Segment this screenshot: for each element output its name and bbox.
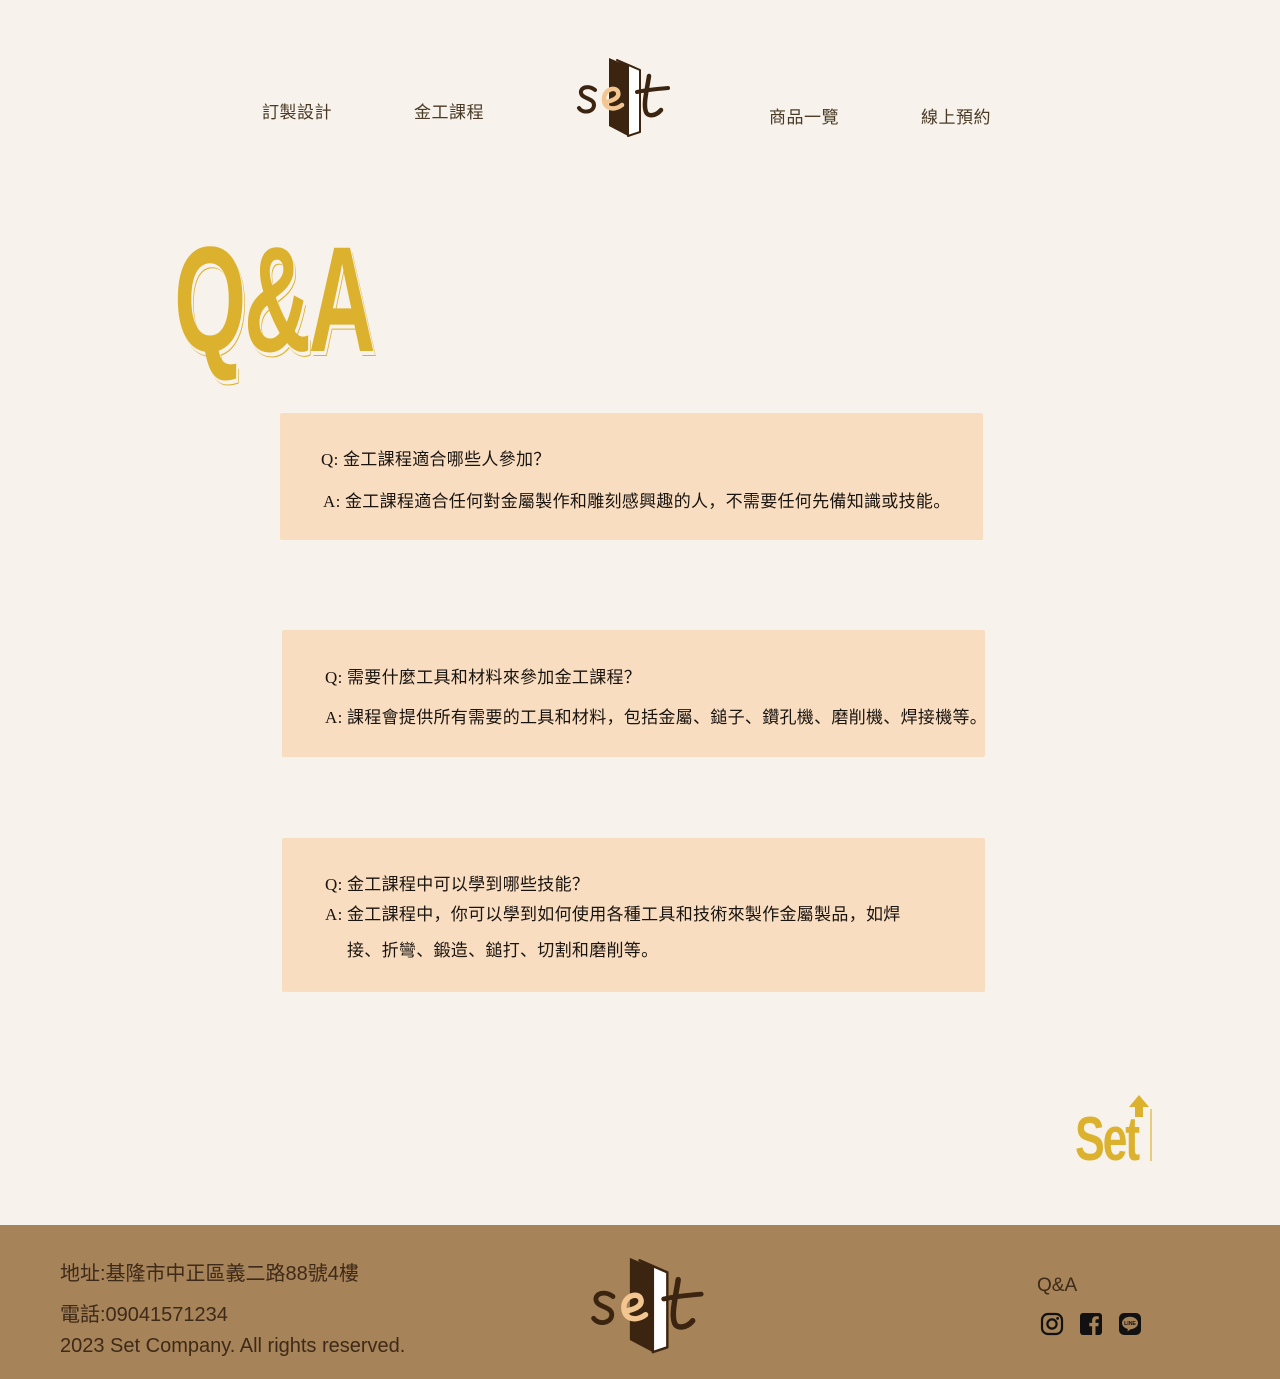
facebook-icon[interactable] [1079, 1312, 1103, 1336]
set-arrow-icon: Set [1075, 1095, 1152, 1174]
footer-brand-logo[interactable] [590, 1255, 706, 1355]
qa-question-text: 需要什麼工具和材料來參加金工課程？ [347, 668, 642, 687]
footer-phone: 電話:09041571234 [60, 1304, 228, 1326]
qa-answer-text: 金工課程中，你可以學到如何使用各種工具和技術來製作金屬製品，如焊接、折彎、鍛造、… [347, 905, 901, 960]
set-badge-logo: Set [1075, 1093, 1155, 1174]
qa-card: Q: 金工課程中可以學到哪些技能？ A: 金工課程中，你可以學到如何使用各種工具和技… [282, 838, 985, 992]
set-logo-icon [591, 1257, 704, 1354]
qa-answer: A: 課程會提供所有需要的工具和材料，包括金屬、鎚子、鑽孔機、磨削機、焊接機等。 [325, 703, 987, 728]
qa-question-text: 金工課程中可以學到哪些技能？ [347, 875, 590, 894]
brand-logo[interactable] [576, 56, 672, 138]
line-icon[interactable]: LINE [1118, 1312, 1142, 1336]
footer-copyright: 2023 Set Company. All rights reserved. [60, 1335, 406, 1357]
qa-answer-prefix: A: [325, 708, 343, 727]
qa-answer-text: 課程會提供所有需要的工具和材料，包括金屬、鎚子、鑽孔機、磨削機、焊接機等。 [347, 708, 988, 727]
qa-question: Q: 金工課程適合哪些人參加？ [321, 445, 551, 470]
nav-products[interactable]: 商品一覽 [769, 103, 839, 128]
qa-answer: A: 金工課程中，你可以學到如何使用各種工具和技術來製作金屬製品，如焊接、折彎、鍛… [325, 897, 925, 969]
footer-address: 地址:基隆市中正區義二路88號4樓 [60, 1263, 359, 1285]
qa-card: Q: 需要什麼工具和材料來參加金工課程？ A: 課程會提供所有需要的工具和材料，包括… [282, 630, 987, 757]
qa-question-text: 金工課程適合哪些人參加？ [343, 450, 551, 469]
qa-question: Q: 金工課程中可以學到哪些技能？ [325, 870, 589, 895]
qa-answer-prefix: A: [323, 492, 341, 511]
qa-card: Q: 金工課程適合哪些人參加？ A: 金工課程適合任何對金屬製作和雕刻感興趣的人，不… [280, 413, 983, 540]
instagram-icon[interactable] [1040, 1312, 1064, 1336]
qa-question-prefix: Q: [325, 875, 343, 894]
nav-online-booking[interactable]: 線上預約 [921, 103, 991, 128]
qa-answer-prefix: A: [325, 905, 343, 924]
page-title: Q&A [174, 215, 376, 383]
nav-custom-design[interactable]: 訂製設計 [262, 98, 332, 123]
qa-answer-text: 金工課程適合任何對金屬製作和雕刻感興趣的人，不需要任何先備知識或技能。 [345, 492, 951, 511]
set-logo-icon [577, 58, 670, 137]
nav-metal-course[interactable]: 金工課程 [414, 98, 484, 123]
qa-question: Q: 需要什麼工具和材料來參加金工課程？ [325, 663, 641, 688]
qa-question-prefix: Q: [325, 668, 343, 687]
qa-question-prefix: Q: [321, 450, 339, 469]
footer: 地址:基隆市中正區義二路88號4樓 電話:09041571234 2023 Se… [0, 1225, 1280, 1379]
svg-text:LINE: LINE [1124, 1321, 1136, 1327]
footer-qa-link[interactable]: Q&A [1037, 1275, 1077, 1297]
set-badge-text: Set [1075, 1105, 1140, 1165]
qa-answer: A: 金工課程適合任何對金屬製作和雕刻感興趣的人，不需要任何先備知識或技能。 [323, 487, 951, 512]
